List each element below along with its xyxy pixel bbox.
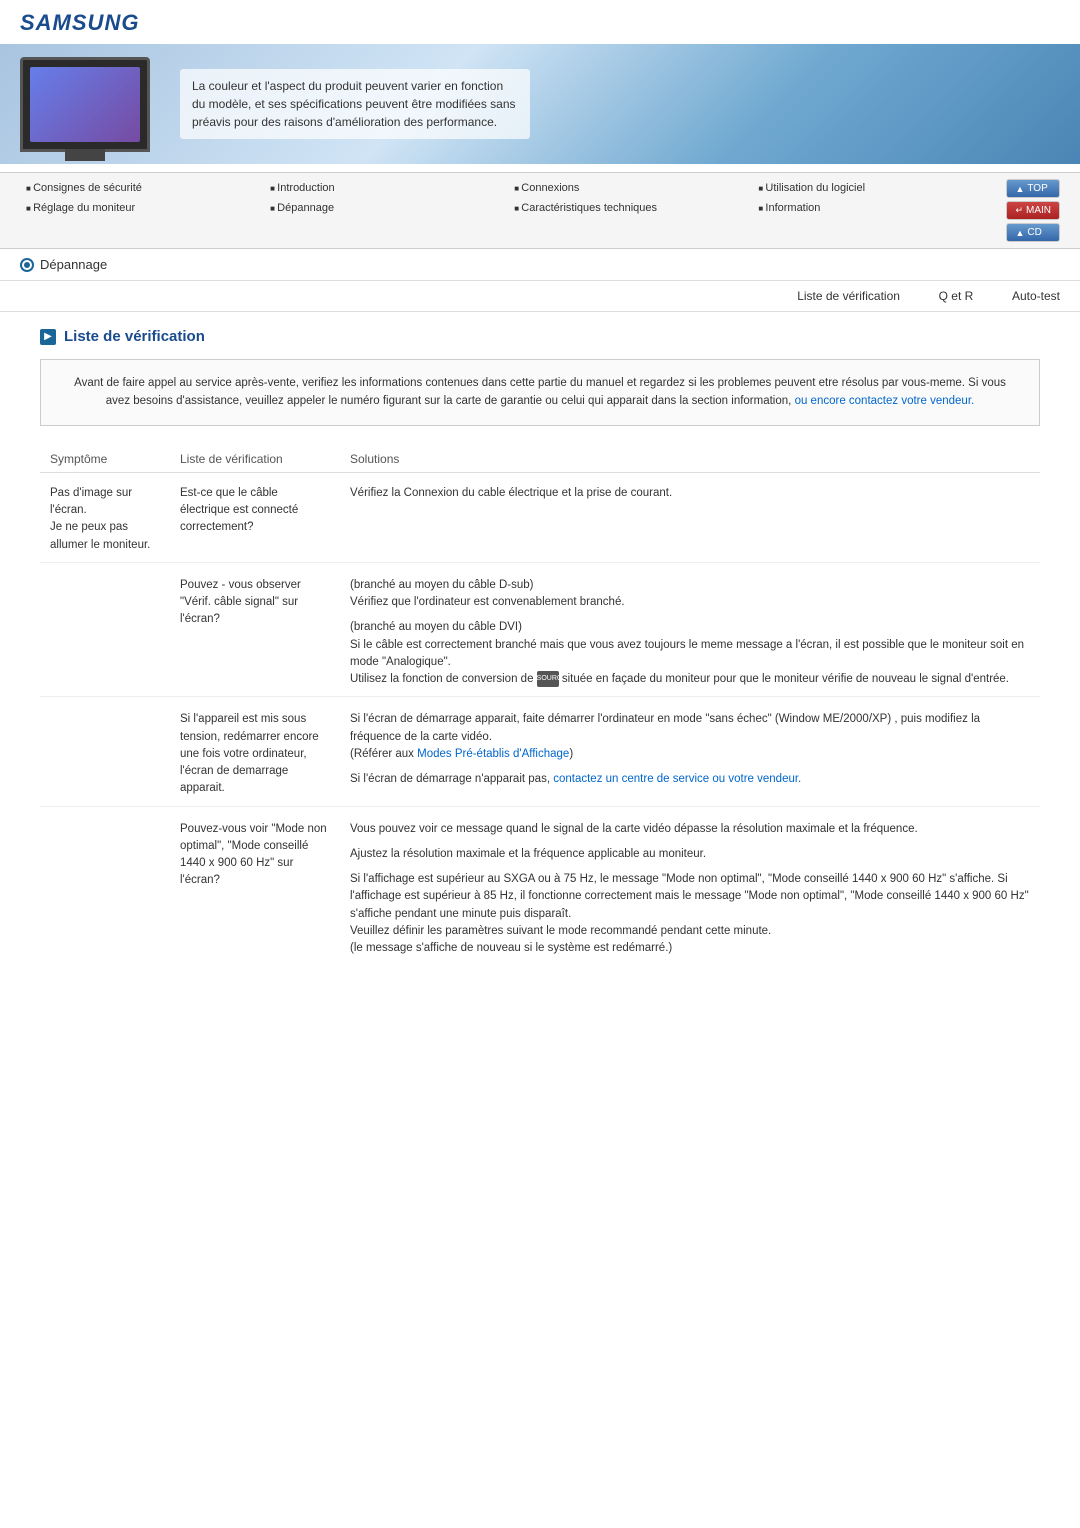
nav-links: Consignes de sécurité Introduction Conne… bbox=[20, 179, 996, 217]
nav-buttons: ▲ TOP ↵ MAIN ▲ CD bbox=[1006, 179, 1060, 242]
arrow-icon: ▶ bbox=[44, 331, 52, 342]
cd-button[interactable]: ▲ CD bbox=[1006, 223, 1060, 242]
info-box: Avant de faire appel au service après-ve… bbox=[40, 359, 1040, 426]
symptom-cell-2 bbox=[40, 562, 170, 697]
banner-text: La couleur et l'aspect du produit peuven… bbox=[180, 69, 530, 139]
nav-item-connexions[interactable]: Connexions bbox=[508, 179, 752, 197]
nav-item-introduction[interactable]: Introduction bbox=[264, 179, 508, 197]
navigation: Consignes de sécurité Introduction Conne… bbox=[0, 172, 1080, 249]
top-button[interactable]: ▲ TOP bbox=[1006, 179, 1060, 198]
contact-link[interactable]: contactez un centre de service ou votre … bbox=[553, 773, 801, 785]
symptom-cell-1: Pas d'image sur l'écran.Je ne peux pas a… bbox=[40, 472, 170, 562]
main-arrow-icon: ↵ bbox=[1015, 205, 1023, 216]
col-header-verification: Liste de vérification bbox=[170, 446, 340, 473]
nav-item-reglage[interactable]: Réglage du moniteur bbox=[20, 199, 264, 217]
col-header-symptome: Symptôme bbox=[40, 446, 170, 473]
samsung-logo: SAMSUNG bbox=[20, 10, 1060, 36]
tabs-bar: Liste de vérification Q et R Auto-test bbox=[0, 281, 1080, 312]
tab-autotest[interactable]: Auto-test bbox=[1012, 289, 1060, 303]
solution-cell-4: Vous pouvez voir ce message quand le sig… bbox=[340, 806, 1040, 965]
solution-cell-1: Vérifiez la Connexion du cable électriqu… bbox=[340, 472, 1040, 562]
main-button[interactable]: ↵ MAIN bbox=[1006, 201, 1060, 220]
breadcrumb-label: Dépannage bbox=[40, 257, 107, 272]
symptom-cell-4 bbox=[40, 806, 170, 965]
main-section: ▶ Liste de vérification Avant de faire a… bbox=[0, 312, 1080, 981]
symptom-cell-3 bbox=[40, 697, 170, 806]
monitor-screen bbox=[30, 67, 140, 142]
top-arrow-icon: ▲ bbox=[1015, 184, 1024, 194]
table-row: Si l'appareil est mis sous tension, redé… bbox=[40, 697, 1040, 806]
section-title: ▶ Liste de vérification bbox=[40, 328, 1040, 345]
banner: La couleur et l'aspect du produit peuven… bbox=[0, 44, 1080, 164]
col-header-solutions: Solutions bbox=[340, 446, 1040, 473]
table-row: Pouvez - vous observer "Vérif. câble sig… bbox=[40, 562, 1040, 697]
source-icon: SOURCE bbox=[537, 671, 559, 687]
table-row: Pouvez-vous voir "Mode non optimal", "Mo… bbox=[40, 806, 1040, 965]
check-cell-1: Est-ce que le câble électrique est conne… bbox=[170, 472, 340, 562]
nav-item-securite[interactable]: Consignes de sécurité bbox=[20, 179, 264, 197]
info-link[interactable]: ou encore contactez votre vendeur. bbox=[795, 395, 975, 407]
cd-arrow-icon: ▲ bbox=[1015, 228, 1024, 238]
check-cell-3: Si l'appareil est mis sous tension, redé… bbox=[170, 697, 340, 806]
nav-item-information[interactable]: Information bbox=[752, 199, 996, 217]
section-title-text: Liste de vérification bbox=[64, 328, 205, 345]
check-cell-4: Pouvez-vous voir "Mode non optimal", "Mo… bbox=[170, 806, 340, 965]
nav-item-depannage[interactable]: Dépannage bbox=[264, 199, 508, 217]
solution-cell-3: Si l'écran de démarrage apparait, faite … bbox=[340, 697, 1040, 806]
solution-cell-2: (branché au moyen du câble D-sub)Vérifie… bbox=[340, 562, 1040, 697]
breadcrumb-icon bbox=[20, 258, 34, 272]
nav-item-caracteristiques[interactable]: Caractéristiques techniques bbox=[508, 199, 752, 217]
modes-link[interactable]: Modes Pré-établis d'Affichage bbox=[417, 748, 569, 760]
table-row: Pas d'image sur l'écran.Je ne peux pas a… bbox=[40, 472, 1040, 562]
header: SAMSUNG bbox=[0, 0, 1080, 36]
nav-item-logiciel[interactable]: Utilisation du logiciel bbox=[752, 179, 996, 197]
section-icon: ▶ bbox=[40, 329, 56, 345]
tab-qr[interactable]: Q et R bbox=[939, 289, 974, 303]
monitor-image bbox=[20, 57, 150, 152]
check-table: Symptôme Liste de vérification Solutions… bbox=[40, 446, 1040, 966]
tab-liste-verification[interactable]: Liste de vérification bbox=[797, 289, 900, 303]
check-cell-2: Pouvez - vous observer "Vérif. câble sig… bbox=[170, 562, 340, 697]
breadcrumb: Dépannage bbox=[0, 249, 1080, 281]
